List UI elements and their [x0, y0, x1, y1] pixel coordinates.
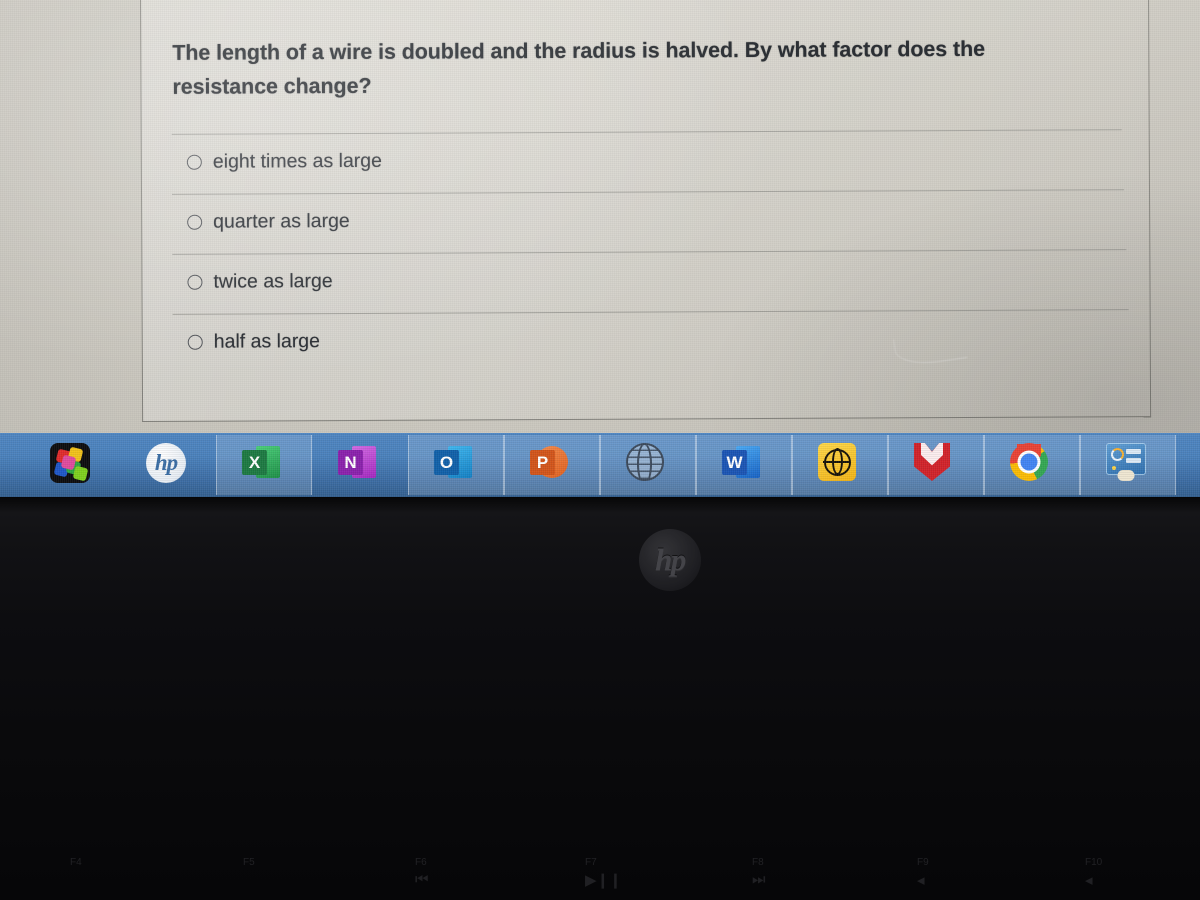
function-key-f10[interactable]: F10 ◂: [1085, 857, 1102, 889]
taskbar-item-chrome[interactable]: [984, 435, 1080, 495]
answer-option-row[interactable]: eight times as large: [171, 129, 1123, 194]
taskbar-item-dashboard-widget[interactable]: [1080, 435, 1176, 495]
taskbar-item-red-app-partial[interactable]: [1176, 435, 1200, 495]
answer-option-label: eight times as large: [212, 149, 383, 173]
answer-option-label: quarter as large: [213, 209, 350, 233]
function-key-f8[interactable]: F8 ⏭: [752, 857, 766, 888]
function-key-f7[interactable]: F7 ▶❙❙: [585, 857, 622, 889]
bezel-shadow: [0, 497, 1200, 513]
globe-dark-icon: [626, 443, 670, 487]
powerpoint-icon: P: [530, 443, 574, 487]
answer-options-list: eight times as large quarter as large tw…: [171, 129, 1129, 374]
function-key-row: F4 F5 F6 ⏮ F7 ▶❙❙ F8 ⏭ F9 ◂ F10 ◂: [0, 845, 1200, 900]
hp-logo-text: hp: [146, 443, 186, 483]
taskbar-icon-strip: hp X N O P W: [24, 433, 1200, 497]
taskbar-item-word[interactable]: W: [696, 435, 792, 495]
answer-option-label: half as large: [213, 330, 321, 353]
question-card: The length of a wire is doubled and the …: [140, 0, 1152, 422]
taskbar-item-hp-support[interactable]: hp: [120, 435, 216, 495]
taskbar-item-globe-dark[interactable]: [600, 435, 696, 495]
windows-taskbar: hp X N O P W: [0, 433, 1200, 497]
onenote-icon: N: [338, 443, 382, 487]
excel-icon: X: [242, 443, 286, 487]
function-key-f9[interactable]: F9 ◂: [917, 857, 929, 889]
radio-button-icon[interactable]: [186, 154, 202, 170]
function-key-f6[interactable]: F6 ⏮: [415, 857, 429, 888]
taskbar-item-globe-yellow[interactable]: [792, 435, 888, 495]
taskbar-item-excel[interactable]: X: [216, 435, 312, 495]
hp-brand-logo: hp: [639, 529, 701, 591]
outlook-icon-letter: O: [434, 450, 459, 475]
onenote-icon-letter: N: [338, 450, 363, 475]
hp-logo-icon: hp: [146, 443, 190, 487]
chrome-icon: [1010, 443, 1054, 487]
puzzle-app-icon: [50, 443, 94, 487]
question-text: The length of a wire is doubled and the …: [172, 36, 986, 99]
globe-yellow-icon: [818, 443, 862, 487]
powerpoint-icon-letter: P: [530, 450, 555, 475]
word-icon-letter: W: [722, 450, 747, 475]
function-key-f4[interactable]: F4: [70, 857, 82, 871]
taskbar-item-onenote[interactable]: N: [312, 435, 408, 495]
radio-button-icon[interactable]: [187, 274, 203, 290]
radio-button-icon[interactable]: [187, 334, 203, 350]
outlook-icon: O: [434, 443, 478, 487]
screenshot-root: The length of a wire is doubled and the …: [0, 0, 1200, 900]
radio-button-icon[interactable]: [187, 214, 203, 230]
answer-option-label: twice as large: [213, 270, 333, 293]
taskbar-item-powerpoint[interactable]: P: [504, 435, 600, 495]
laptop-screen: The length of a wire is doubled and the …: [0, 0, 1200, 434]
dashboard-widget-icon: [1106, 443, 1150, 487]
taskbar-item-outlook[interactable]: O: [408, 435, 504, 495]
answer-option-row[interactable]: twice as large: [172, 249, 1127, 314]
mcafee-icon: [914, 443, 958, 487]
taskbar-item-mcafee[interactable]: [888, 435, 984, 495]
answer-option-row[interactable]: half as large: [172, 309, 1129, 374]
excel-icon-letter: X: [242, 450, 267, 475]
function-key-f5[interactable]: F5: [243, 857, 255, 871]
answer-option-row[interactable]: quarter as large: [172, 189, 1125, 254]
laptop-chassis: [0, 497, 1200, 900]
word-icon: W: [722, 443, 766, 487]
taskbar-item-puzzle-app[interactable]: [24, 435, 120, 495]
